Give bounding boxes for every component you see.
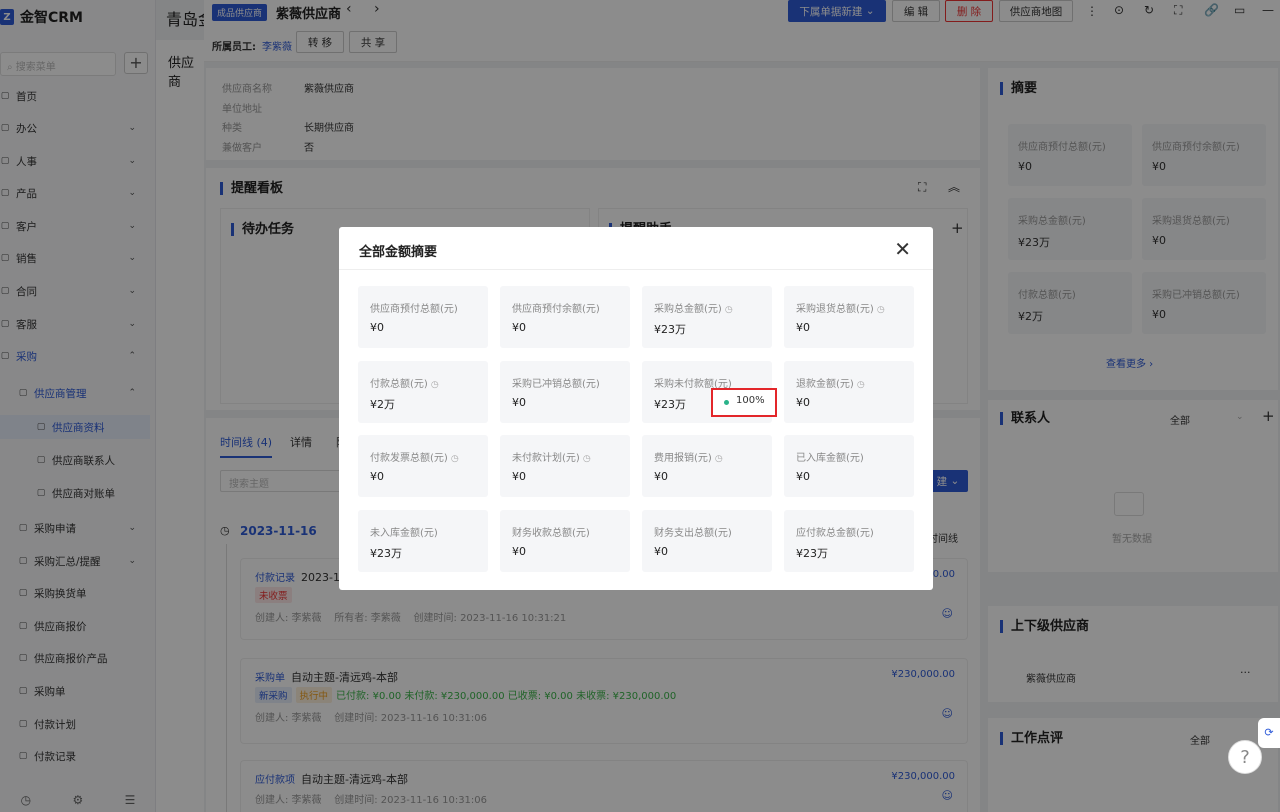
status-dot-icon [724, 400, 729, 405]
amount-label: 未入库金额(元) [370, 527, 438, 539]
amount-label: 付款发票总额(元) [370, 453, 448, 464]
amount-value: ¥0 [512, 395, 526, 409]
amount-value: ¥0 [512, 544, 526, 558]
amount-label: 财务收款总额(元) [512, 527, 590, 539]
amount-item: 付款发票总额(元) ◷ ¥0 [358, 435, 488, 497]
amount-label-row: 付款总额(元) ◷ [370, 375, 439, 390]
help-icon[interactable]: ? [1228, 740, 1262, 774]
amount-value: ¥0 [512, 470, 526, 483]
amount-label-row: 采购已冲销总额(元) [512, 375, 600, 390]
amount-label: 采购已冲销总额(元) [512, 378, 600, 390]
amount-label-row: 财务支出总额(元) [654, 524, 732, 539]
amount-item: 退款金额(元) ◷ ¥0 [784, 360, 914, 423]
amount-label-row: 应付款总金额(元) [796, 524, 874, 539]
amount-item: 费用报销(元) ◷ ¥0 [642, 435, 772, 497]
amount-item: 未入库金额(元) ¥23万 [358, 509, 488, 572]
amount-value: ¥0 [796, 395, 810, 409]
amount-value: ¥23万 [796, 546, 828, 560]
amount-label: 采购退货总额(元) [796, 304, 874, 315]
amount-label-row: 未入库金额(元) [370, 524, 438, 539]
amount-value: ¥0 [796, 470, 810, 483]
amount-value: ¥2万 [370, 397, 395, 411]
amount-value: ¥0 [654, 544, 668, 558]
amount-label-row: 费用报销(元) ◷ [654, 449, 723, 464]
amount-label-row: 采购总金额(元) ◷ [654, 300, 733, 315]
clock-icon[interactable]: ◷ [431, 380, 439, 390]
amount-label: 退款金额(元) [796, 378, 854, 390]
clock-icon[interactable]: ◷ [857, 380, 865, 390]
amount-label-row: 退款金额(元) ◷ [796, 375, 865, 390]
amount-label-row: 供应商预付余额(元) [512, 300, 600, 315]
amount-item: 采购已冲销总额(元) ¥0 [500, 360, 630, 423]
clock-icon[interactable]: ◷ [725, 305, 733, 315]
side-tool-icon[interactable]: ⟳ [1258, 718, 1280, 748]
amount-value: ¥0 [512, 321, 526, 334]
amount-value: ¥0 [654, 470, 668, 483]
amount-label-row: 未付款计划(元) ◷ [512, 449, 591, 464]
amount-label: 应付款总金额(元) [796, 527, 874, 539]
amount-item: 供应商预付总额(元) ¥0 [358, 286, 488, 348]
amount-label: 供应商预付总额(元) [370, 304, 458, 315]
clock-icon[interactable]: ◷ [583, 454, 591, 464]
close-icon[interactable]: ✕ [894, 237, 911, 261]
modal-divider [339, 269, 933, 270]
amount-label: 未付款计划(元) [512, 453, 580, 464]
amount-summary-modal: 全部金额摘要 ✕ 供应商预付总额(元) ¥0 供应商预付余额(元) ¥0 采购总金额(元… [339, 227, 933, 590]
tooltip-value: 100% [736, 395, 765, 406]
amount-label-row: 供应商预付总额(元) [370, 300, 458, 315]
amount-item: 未付款计划(元) ◷ ¥0 [500, 435, 630, 497]
amount-item: 采购总金额(元) ◷ ¥23万 [642, 286, 772, 348]
amount-value: ¥23万 [654, 323, 686, 336]
amount-label: 财务支出总额(元) [654, 527, 732, 539]
amount-label: 供应商预付余额(元) [512, 304, 600, 315]
amount-value: ¥0 [796, 321, 810, 334]
amount-label: 付款总额(元) [370, 378, 428, 390]
amount-item: 财务支出总额(元) ¥0 [642, 509, 772, 572]
amount-item: 采购退货总额(元) ◷ ¥0 [784, 286, 914, 348]
amount-label-row: 采购退货总额(元) ◷ [796, 300, 885, 315]
amount-label-row: 已入库金额(元) [796, 449, 864, 464]
amount-item: 应付款总金额(元) ¥23万 [784, 509, 914, 572]
amount-label-row: 财务收款总额(元) [512, 524, 590, 539]
amount-label: 采购总金额(元) [654, 304, 722, 315]
amount-label: 已入库金额(元) [796, 453, 864, 464]
amount-item: 财务收款总额(元) ¥0 [500, 509, 630, 572]
amount-item: 已入库金额(元) ¥0 [784, 435, 914, 497]
amount-label: 费用报销(元) [654, 453, 712, 464]
amount-value: ¥23万 [654, 397, 686, 411]
modal-title: 全部金额摘要 [359, 245, 438, 260]
clock-icon[interactable]: ◷ [715, 454, 723, 464]
clock-icon[interactable]: ◷ [451, 454, 459, 464]
progress-tooltip: 100% [711, 388, 777, 417]
amount-label-row: 付款发票总额(元) ◷ [370, 449, 459, 464]
amount-value: ¥0 [370, 470, 384, 483]
amount-value: ¥0 [370, 321, 384, 334]
amount-value: ¥23万 [370, 546, 402, 560]
amount-item: 付款总额(元) ◷ ¥2万 [358, 360, 488, 423]
amount-item: 供应商预付余额(元) ¥0 [500, 286, 630, 348]
clock-icon[interactable]: ◷ [877, 305, 885, 315]
